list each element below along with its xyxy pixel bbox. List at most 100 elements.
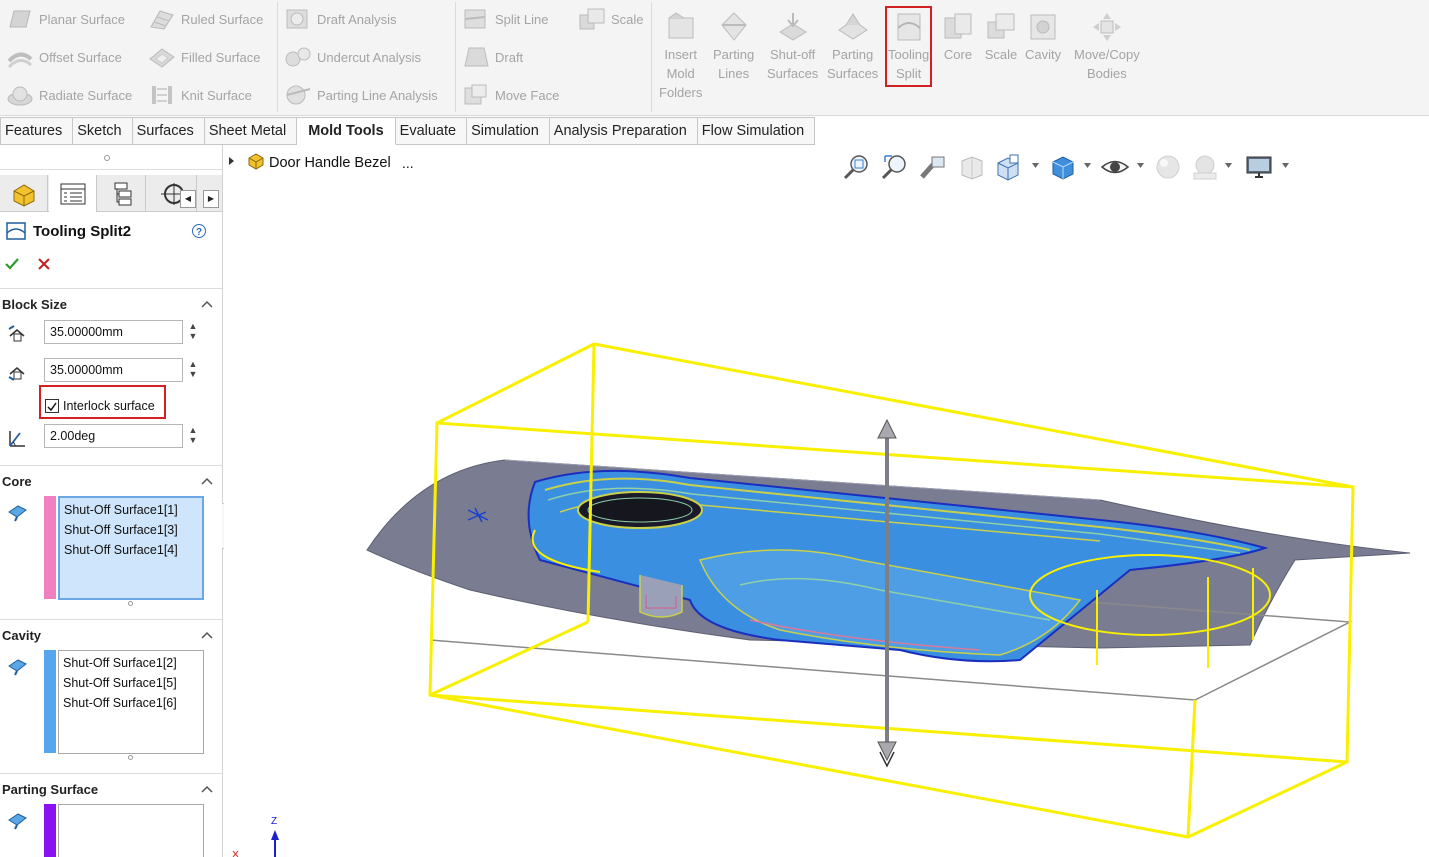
configurationmanager-tab[interactable] (98, 175, 146, 212)
scale-small-button[interactable]: Scale (578, 5, 644, 33)
filled-surface-button[interactable]: Filled Surface (148, 43, 260, 71)
list-resize-handle[interactable] (128, 601, 133, 606)
interlock-surface-checkbox[interactable] (45, 399, 59, 413)
manager-tabs: ◀ ▶ (0, 175, 222, 212)
list-item[interactable]: Shut-Off Surface1[4] (64, 540, 202, 560)
arrow-up-icon[interactable] (877, 418, 897, 439)
property-manager-panel: ◀ ▶ Tooling Split2 ? Block Size 35.00000… (0, 145, 223, 857)
chevron-up-icon[interactable] (201, 299, 213, 309)
draft-button[interactable]: Draft (462, 43, 523, 71)
tabs-scroll-left[interactable]: ◀ (180, 190, 196, 208)
mold-tooling-split-preview[interactable] (224, 145, 1429, 857)
draft-angle-icon (9, 431, 25, 447)
panel-splitter-handle[interactable] (104, 155, 110, 161)
cavity-surfaces-list[interactable]: Shut-Off Surface1[2] Shut-Off Surface1[5… (58, 650, 204, 754)
featuremanager-tab[interactable] (0, 175, 48, 212)
tooling-split-button[interactable]: Tooling Split (885, 6, 933, 87)
core-icon (941, 10, 975, 44)
scale-icon (578, 7, 606, 31)
filled-surface-icon (148, 45, 176, 69)
ribbon-separator (651, 2, 652, 112)
list-item[interactable]: Shut-Off Surface1[2] (63, 653, 203, 673)
split-line-button[interactable]: Split Line (462, 5, 548, 33)
insert-mold-folders-button[interactable]: Insert Mold Folders (659, 10, 702, 102)
undercut-analysis-icon (284, 45, 312, 69)
core-surfaces-list[interactable]: Shut-Off Surface1[1] Shut-Off Surface1[3… (58, 496, 204, 600)
scale-icon (984, 10, 1018, 44)
parting-surface-heading: Parting Surface (2, 782, 99, 797)
parting-surfaces-icon (836, 10, 870, 44)
parting-line-analysis-button[interactable]: Parting Line Analysis (284, 81, 438, 109)
tab-sketch[interactable]: Sketch (73, 117, 133, 145)
list-resize-handle[interactable] (128, 755, 133, 760)
move-face-button[interactable]: Move Face (462, 81, 559, 109)
draft-analysis-button[interactable]: Draft Analysis (284, 5, 396, 33)
interlock-surface-label: Interlock surface (63, 399, 155, 413)
list-item[interactable]: Shut-Off Surface1[6] (63, 693, 203, 713)
tab-simulation[interactable]: Simulation (467, 117, 550, 145)
block-depth-icon (8, 367, 25, 381)
list-item[interactable]: Shut-Off Surface1[5] (63, 673, 203, 693)
offset-surface-button[interactable]: Offset Surface (6, 43, 122, 71)
tab-mold-tools[interactable]: Mold Tools (297, 117, 396, 145)
parting-lines-button[interactable]: Parting Lines (713, 10, 754, 83)
tab-features[interactable]: Features (0, 117, 74, 145)
tab-surfaces[interactable]: Surfaces (132, 117, 205, 145)
scale-button[interactable]: Scale (984, 10, 1018, 64)
tooling-split-icon (6, 222, 26, 240)
ok-check-icon[interactable] (4, 256, 20, 272)
parting-surface-list[interactable] (58, 804, 204, 857)
command-manager-tabs: Features Sketch Surfaces Sheet Metal Mol… (0, 117, 816, 145)
chevron-up-icon[interactable] (201, 476, 213, 486)
move-copy-bodies-button[interactable]: Move/Copy Bodies (1074, 10, 1140, 83)
parting-surfaces-button[interactable]: Parting Surfaces (827, 10, 878, 83)
draft-analysis-icon (284, 7, 312, 31)
propertymanager-tab[interactable] (49, 175, 97, 212)
tab-sheet-metal[interactable]: Sheet Metal (204, 117, 298, 145)
core-button[interactable]: Core (941, 10, 975, 64)
radiate-surface-button[interactable]: Radiate Surface (6, 81, 132, 109)
draft-angle-field[interactable]: 2.00deg (44, 424, 183, 448)
tab-flow-simulation[interactable]: Flow Simulation (697, 117, 816, 145)
svg-text:?: ? (196, 227, 202, 238)
tabs-scroll-right[interactable]: ▶ (203, 190, 219, 208)
list-item[interactable]: Shut-Off Surface1[3] (64, 520, 202, 540)
planar-surface-button[interactable]: Planar Surface (6, 5, 125, 33)
ruled-surface-button[interactable]: Ruled Surface (148, 5, 263, 33)
ribbon-separator (277, 2, 278, 112)
property-list-icon (60, 183, 85, 204)
depth2-spinner[interactable]: ▲ ▼ (188, 359, 198, 381)
solidworks-window: Planar Surface Offset Surface Radiate Su… (0, 0, 1429, 857)
knit-surface-button[interactable]: Knit Surface (148, 81, 252, 109)
cavity-icon (1026, 10, 1060, 44)
cavity-button[interactable]: Cavity (1025, 10, 1061, 64)
chevron-up-icon[interactable] (201, 784, 213, 794)
tab-analysis-preparation[interactable]: Analysis Preparation (549, 117, 698, 145)
help-icon[interactable]: ? (191, 223, 207, 239)
undercut-analysis-button[interactable]: Undercut Analysis (284, 43, 421, 71)
shutoff-surfaces-button[interactable]: Shut-off Surfaces (767, 10, 818, 83)
cavity-color-swatch (44, 650, 56, 753)
chevron-up-icon[interactable] (201, 630, 213, 640)
part-icon (13, 183, 34, 207)
tab-evaluate[interactable]: Evaluate (395, 117, 468, 145)
surface-select-icon (8, 813, 27, 830)
depth1-spinner[interactable]: ▲ ▼ (188, 321, 198, 343)
draft-icon (462, 45, 490, 69)
arrow-down-icon[interactable] (877, 741, 897, 762)
mold-folder-icon (664, 10, 698, 44)
triad-z-label: Z (271, 816, 278, 827)
cancel-x-icon[interactable] (37, 257, 51, 271)
graphics-area[interactable]: Door Handle Bezel ... Z (224, 145, 1429, 857)
divider (0, 169, 222, 170)
block-size-depth2-field[interactable]: 35.00000mm (44, 358, 183, 382)
block-depth-icon (8, 325, 25, 342)
divider (0, 619, 222, 620)
list-item[interactable]: Shut-Off Surface1[1] (64, 500, 202, 520)
split-line-icon (462, 7, 490, 31)
cavity-heading: Cavity (2, 628, 42, 643)
ribbon-separator (455, 2, 456, 112)
angle-spinner[interactable]: ▲ ▼ (188, 425, 198, 447)
block-size-depth1-field[interactable]: 35.00000mm (44, 320, 183, 344)
divider (0, 288, 222, 289)
